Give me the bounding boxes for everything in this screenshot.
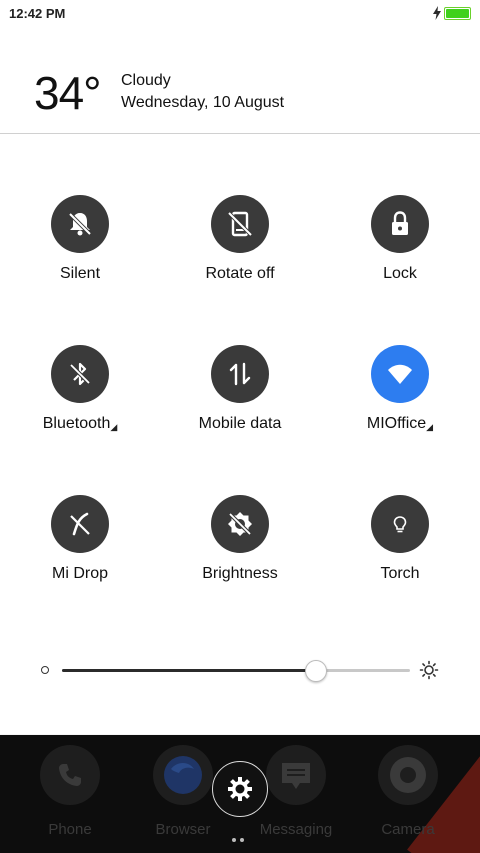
brightness-low-icon xyxy=(41,666,49,674)
toggle-label-text: Bluetooth xyxy=(42,415,111,432)
toggle-label-text: MIOffice xyxy=(366,415,427,432)
toggle-brightness[interactable]: Brightness xyxy=(160,495,320,583)
toggle-label: Silent xyxy=(59,265,101,282)
toggle-bluetooth[interactable]: Bluetooth◢ xyxy=(0,345,160,433)
toggle-rotate[interactable]: Rotate off xyxy=(160,195,320,283)
phone-icon xyxy=(40,745,100,805)
gear-icon xyxy=(228,777,252,801)
brightness-thumb[interactable] xyxy=(305,660,328,682)
lock-icon xyxy=(371,195,429,253)
toggle-label: Brightness xyxy=(202,565,278,582)
toggle-lock[interactable]: Lock xyxy=(320,195,480,283)
toggle-label: Torch xyxy=(380,565,420,582)
weather-card[interactable]: 34° Cloudy Wednesday, 10 August xyxy=(0,28,480,134)
rotate-lock-icon xyxy=(211,195,269,253)
toggle-label: Mobile data xyxy=(198,415,282,432)
brightness-high-icon xyxy=(419,660,439,680)
messaging-icon xyxy=(266,745,326,805)
menu-triangle-icon: ◢ xyxy=(426,422,434,432)
browser-icon xyxy=(153,745,213,805)
auto-brightness-icon xyxy=(211,495,269,553)
toggle-label: Lock xyxy=(383,265,417,282)
silent-bell-icon xyxy=(51,195,109,253)
brightness-track[interactable] xyxy=(62,669,410,672)
status-time: 12:42 PM xyxy=(9,6,66,21)
dock-app-camera[interactable]: Camera xyxy=(358,745,458,838)
bluetooth-off-icon xyxy=(51,345,109,403)
toggle-torch[interactable]: Torch xyxy=(320,495,480,583)
mi-drop-icon xyxy=(51,495,109,553)
dock-app-label: Messaging xyxy=(259,821,333,838)
menu-triangle-icon: ◢ xyxy=(110,422,118,432)
brightness-slider[interactable] xyxy=(0,650,480,690)
brightness-fill xyxy=(62,669,317,672)
toggle-label: Mi Drop xyxy=(51,565,108,582)
mobile-data-icon xyxy=(211,345,269,403)
weather-date: Wednesday, 10 August xyxy=(121,94,285,111)
quick-toggles: Silent Rotate off Lock Bluetooth◢ Mobile… xyxy=(0,134,480,734)
toggle-wifi[interactable]: MIOffice◢ xyxy=(320,345,480,433)
toggle-mi-drop[interactable]: Mi Drop xyxy=(0,495,160,583)
toggle-label: MIOffice◢ xyxy=(320,415,480,433)
status-bar: 12:42 PM xyxy=(0,0,480,28)
dock-app-label: Phone xyxy=(48,821,92,838)
dock-app-label: Browser xyxy=(155,821,211,838)
charging-bolt-icon xyxy=(433,6,441,20)
weather-condition: Cloudy xyxy=(121,72,171,89)
battery-level xyxy=(446,9,469,18)
temperature: 34° xyxy=(34,67,102,119)
torch-icon xyxy=(371,495,429,553)
toggle-mobile-data[interactable]: Mobile data xyxy=(160,345,320,433)
camera-icon xyxy=(378,745,438,805)
dock-app-label: Camera xyxy=(381,821,435,838)
settings-button[interactable] xyxy=(212,761,268,817)
toggle-label: Bluetooth◢ xyxy=(0,415,160,433)
page-indicator xyxy=(232,829,248,847)
toggle-silent[interactable]: Silent xyxy=(0,195,160,283)
wifi-icon xyxy=(371,345,429,403)
dock-app-phone[interactable]: Phone xyxy=(20,745,120,838)
battery-icon xyxy=(444,7,471,20)
toggle-label: Rotate off xyxy=(205,265,275,282)
home-dock: Phone Browser Messaging Camera xyxy=(0,735,480,853)
